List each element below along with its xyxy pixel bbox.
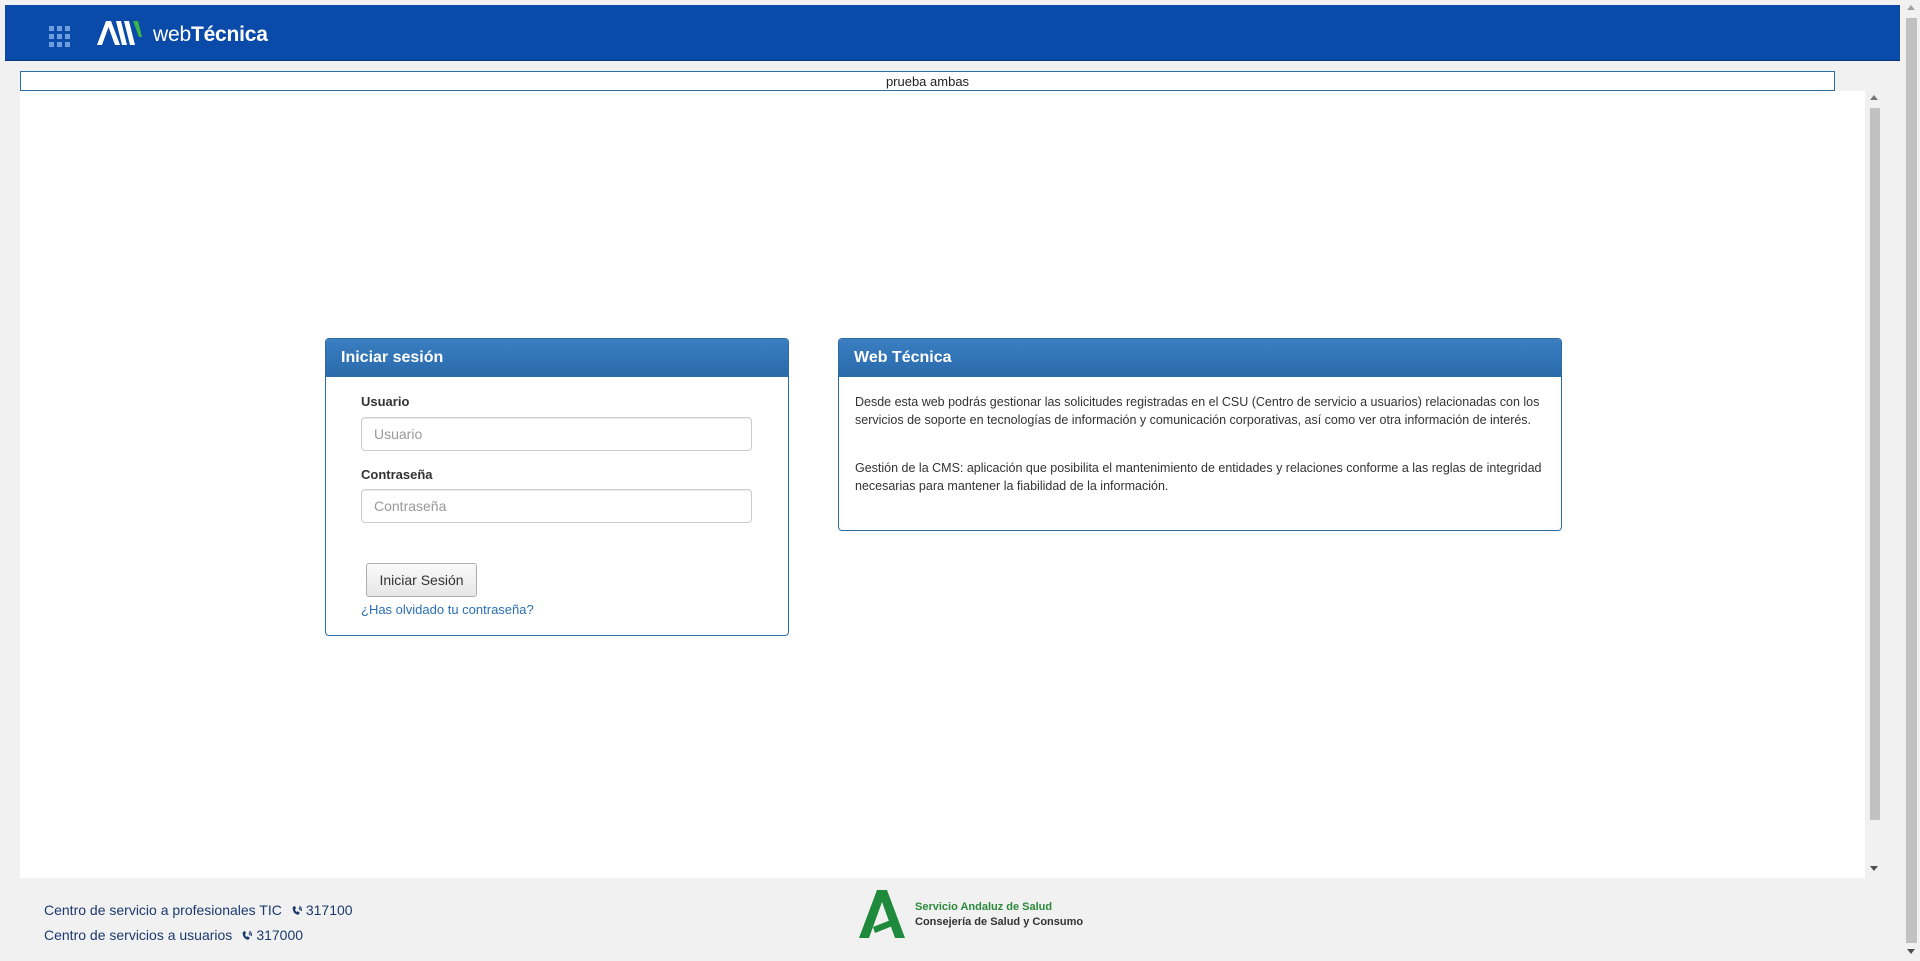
footer-contact-users-label: Centro de servicios a usuarios [44,927,233,943]
scrollbar-thumb[interactable] [1870,108,1880,820]
footer-contact-tic-phone: 317100 [305,902,353,918]
info-body: Desde esta web podrás gestionar las soli… [839,377,1561,495]
info-paragraph-1: Desde esta web podrás gestionar las soli… [855,395,1540,427]
username-label: Usuario [361,394,410,409]
content-scrollbar[interactable] [1866,91,1883,878]
footer-contact-users: Centro de servicios a usuarios 317000 [44,927,303,943]
web-tecnica-logo-icon [97,21,142,45]
page-scroll-up-arrow-icon[interactable] [1907,5,1915,10]
scroll-up-arrow-icon[interactable] [1870,95,1878,100]
page-scrollbar[interactable] [1903,0,1920,961]
info-panel-title: Web Técnica [839,339,1561,377]
login-button[interactable]: Iniciar Sesión [366,563,477,597]
login-panel: Iniciar sesión Usuario Contraseña Inicia… [325,338,789,636]
username-input[interactable] [361,417,752,451]
info-paragraph-2: Gestión de la CMS: aplicación que posibi… [855,461,1542,493]
notice-banner: prueba ambas [20,71,1835,91]
sas-logo-line-1: Servicio Andaluz de Salud [915,901,1053,913]
page-scroll-down-arrow-icon[interactable] [1907,949,1915,954]
apps-grid-icon[interactable] [44,21,76,53]
phone-icon [242,930,253,940]
footer-contact-users-phone: 317000 [256,927,304,943]
sas-logo: Servicio Andaluz de Salud Consejería de … [857,889,1083,939]
info-panel: Web Técnica Desde esta web podrás gestio… [838,338,1562,531]
footer-contact-tic: Centro de servicio a profesionales TIC 3… [44,902,353,918]
footer-contact-tic-label: Centro de servicio a profesionales TIC [44,902,282,918]
phone-icon [292,905,302,915]
junta-andalucia-logo-icon [859,890,905,938]
forgot-password-link[interactable]: ¿Has olvidado tu contraseña? [361,602,534,617]
top-bar: webTécnica [5,5,1900,61]
password-input[interactable] [361,489,752,523]
page-scrollbar-thumb[interactable] [1906,18,1917,943]
app-brand: webTécnica [153,23,268,46]
login-panel-title: Iniciar sesión [326,339,788,377]
sas-logo-line-2: Consejería de Salud y Consumo [915,916,1084,928]
scroll-down-arrow-icon[interactable] [1870,866,1878,871]
password-label: Contraseña [361,467,433,482]
notice-text: prueba ambas [885,73,970,89]
